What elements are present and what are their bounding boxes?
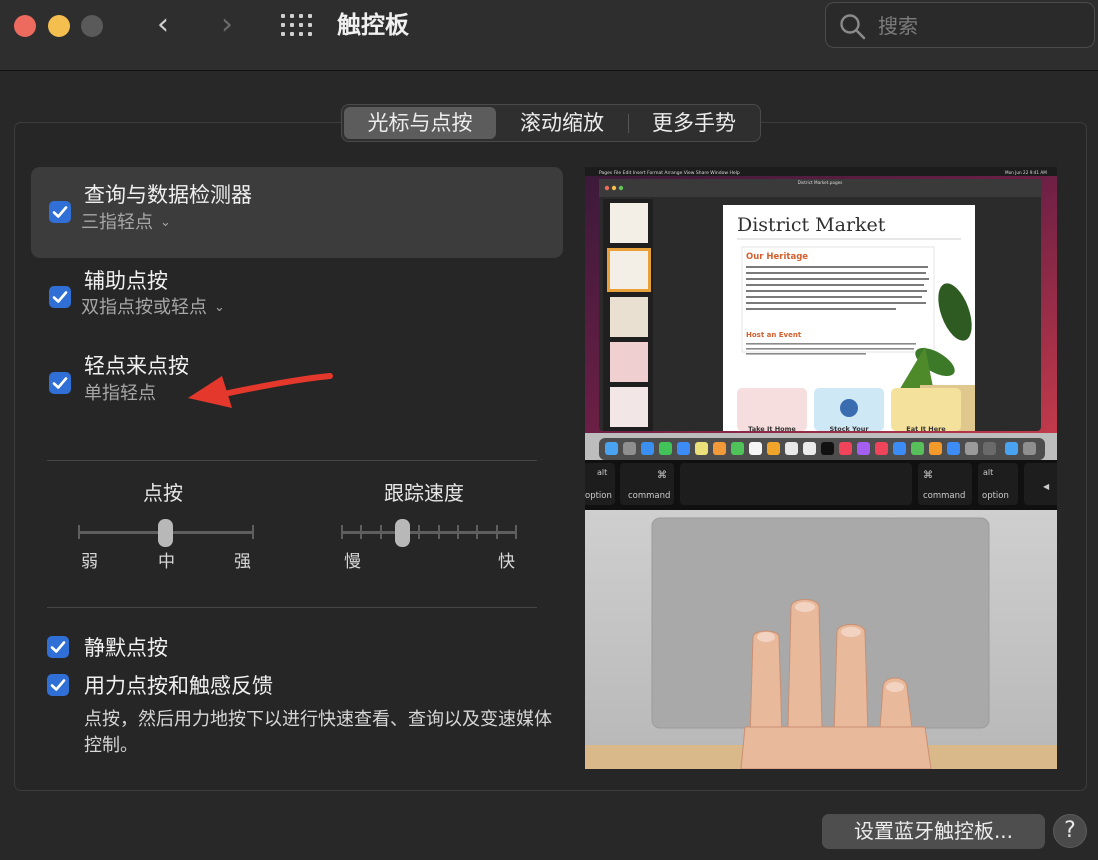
click-slider-knob[interactable]: [158, 519, 173, 547]
tracking-slider-label: 跟踪速度: [384, 480, 464, 506]
card-stock: Stock Your: [829, 425, 869, 433]
force-click-description: 点按，然后用力地按下以进行快速查看、查询以及变速媒体控制。: [84, 707, 554, 759]
checkmark-icon: [49, 201, 71, 223]
checkmark-icon: [47, 636, 69, 658]
show-all-grid-icon[interactable]: [281, 14, 311, 36]
preview-illustration: Pages File Edit Insert Format Arrange Vi…: [585, 167, 1057, 769]
tracking-slider-max: 快: [498, 551, 515, 573]
secondary-click-dropdown[interactable]: 双指点按或轻点 ⌄: [81, 296, 225, 322]
slider-tick: [380, 525, 382, 539]
silent-click-label: 静默点按: [84, 634, 168, 662]
tap-to-click-checkbox[interactable]: [49, 372, 71, 394]
close-window-button[interactable]: [14, 15, 36, 37]
minimize-window-button[interactable]: [48, 15, 70, 37]
silent-click-checkbox[interactable]: [47, 636, 69, 658]
slider-tick: [496, 525, 498, 539]
force-click-label: 用力点按和触感反馈: [84, 672, 273, 700]
click-slider-mid: 中: [158, 551, 175, 573]
click-slider-label: 点按: [143, 480, 183, 506]
doc-title: District Market: [737, 214, 886, 236]
tab-point-click[interactable]: 光标与点按: [344, 107, 496, 139]
setup-bluetooth-trackpad-button[interactable]: 设置蓝牙触控板...: [822, 814, 1045, 849]
slider-tick: [457, 525, 459, 539]
file-name: District Market.pages: [798, 180, 843, 185]
secondary-click-checkbox[interactable]: [49, 286, 71, 308]
key-option-left: option: [585, 491, 612, 501]
slider-tick: [360, 525, 362, 539]
tracking-slider-track[interactable]: [341, 531, 517, 534]
lookup-gesture-dropdown[interactable]: 三指轻点 ⌄: [81, 211, 171, 237]
secondary-click-label: 辅助点按: [84, 267, 168, 295]
slider-tick: [418, 525, 420, 539]
tab-divider: [628, 114, 629, 133]
lookup-gesture-value: 三指轻点: [81, 212, 153, 233]
key-cmd-symbol-right: ⌘: [923, 470, 933, 481]
tab-bar: 光标与点按 滚动缩放 更多手势: [341, 104, 761, 142]
zoom-window-button[interactable]: [81, 15, 103, 37]
back-arrow-icon[interactable]: ‹: [146, 8, 180, 44]
checkmark-icon: [47, 674, 69, 696]
key-command-left: command: [628, 491, 670, 501]
lookup-label: 查询与数据检测器: [84, 181, 252, 209]
slider-tick: [515, 525, 517, 539]
slider-tick: [252, 525, 254, 539]
tab-scroll-zoom[interactable]: 滚动缩放: [498, 107, 626, 139]
checkmark-icon: [49, 286, 71, 308]
tap-to-click-hint: 单指轻点: [84, 382, 156, 406]
slider-tick: [78, 525, 80, 539]
divider: [47, 607, 537, 608]
search-placeholder: 搜索: [878, 13, 918, 39]
key-alt-right: alt: [983, 468, 993, 477]
key-alt-left: alt: [597, 468, 607, 477]
key-command-right: command: [923, 491, 965, 501]
title-bar: ‹ › 触控板 搜索: [0, 0, 1098, 71]
slider-tick: [438, 525, 440, 539]
checkmark-icon: [49, 372, 71, 394]
search-icon: [839, 13, 867, 41]
doc-heading-heritage: Our Heritage: [746, 252, 808, 262]
tracking-slider-knob[interactable]: [395, 519, 410, 547]
divider: [47, 460, 537, 461]
forward-arrow-icon[interactable]: ›: [210, 8, 244, 44]
card-eat-here: Eat It Here: [906, 425, 946, 433]
help-button[interactable]: ?: [1053, 814, 1087, 848]
click-slider-min: 弱: [81, 551, 98, 573]
key-option-right: option: [982, 491, 1009, 501]
tracking-slider-min: 慢: [344, 551, 361, 573]
annotation-arrow-icon: [180, 362, 340, 417]
force-click-checkbox[interactable]: [47, 674, 69, 696]
chevron-down-icon: ⌄: [214, 296, 225, 320]
doc-heading-event: Host an Event: [746, 331, 802, 339]
window-title: 触控板: [337, 8, 409, 42]
tab-more-gestures[interactable]: 更多手势: [630, 107, 758, 139]
card-take-home: Take It Home: [748, 425, 796, 433]
tap-to-click-label: 轻点来点按: [84, 352, 189, 380]
menubar-items: Pages File Edit Insert Format Arrange Vi…: [599, 170, 740, 176]
key-cmd-symbol-left: ⌘: [657, 470, 667, 481]
secondary-click-value: 双指点按或轻点: [81, 297, 207, 318]
menubar-time: Mon Jun 22 9:41 AM: [1005, 170, 1047, 175]
chevron-down-icon: ⌄: [160, 211, 171, 235]
click-slider-max: 强: [234, 551, 251, 573]
slider-tick: [476, 525, 478, 539]
search-field[interactable]: 搜索: [825, 2, 1095, 48]
slider-tick: [341, 525, 343, 539]
key-arrow-left: ◀: [1043, 482, 1050, 491]
lookup-checkbox[interactable]: [49, 201, 71, 223]
gesture-preview-video: Pages File Edit Insert Format Arrange Vi…: [585, 167, 1057, 769]
